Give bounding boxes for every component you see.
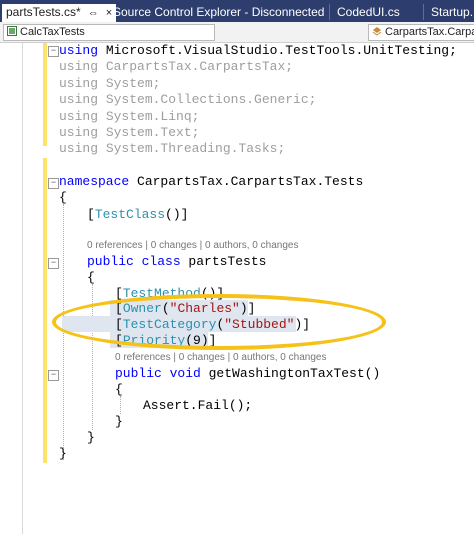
code-line: { (87, 270, 95, 285)
indicator-margin (22, 43, 23, 534)
pin-icon[interactable]: ⇔ (88, 5, 99, 22)
tab-source-control-explorer[interactable]: Source Control Explorer - Disconnected (113, 4, 324, 22)
change-marker (43, 43, 47, 146)
codelens-info[interactable]: 0 references | 0 changes | 0 authors, 0 … (115, 352, 326, 363)
tab-startup[interactable]: Startup. (431, 4, 473, 22)
code-line: using System; (59, 76, 161, 91)
tab-label: CodedUI.cs (337, 5, 400, 19)
indent-guide (120, 396, 121, 414)
code-line: using CarpartsTax.CarpartsTax; (59, 59, 294, 74)
project-dropdown[interactable]: CalcTaxTests (3, 24, 215, 41)
code-line: } (59, 446, 67, 461)
code-line: using System.Threading.Tasks; (59, 141, 286, 156)
tab-separator (423, 4, 424, 20)
collapse-toggle[interactable]: − (48, 370, 59, 381)
document-tab-strip: partsTests.cs* ⇔ × Source Control Explorer… (0, 0, 474, 22)
tab-codedui[interactable]: CodedUI.cs (337, 4, 400, 22)
code-line: using System.Text; (59, 125, 200, 140)
code-line: using Microsoft.VisualStudio.TestTools.U… (59, 43, 457, 58)
csharp-project-icon (7, 26, 17, 36)
code-line: } (115, 414, 123, 429)
navigation-bar: CalcTaxTests CarpartsTax.Carpar (0, 22, 474, 43)
tab-separator (329, 4, 330, 20)
code-line: public void getWashingtonTaxTest() (115, 366, 381, 381)
close-icon[interactable]: × (106, 5, 112, 22)
code-line: public class partsTests (87, 254, 267, 269)
collapse-toggle[interactable]: − (48, 258, 59, 269)
codelens-info[interactable]: 0 references | 0 changes | 0 authors, 0 … (87, 240, 298, 251)
tab-partstests[interactable]: partsTests.cs* ⇔ × (2, 4, 117, 22)
code-line: { (115, 382, 123, 397)
class-icon (372, 27, 382, 36)
tab-label: Startup. (431, 5, 474, 19)
project-name: CalcTaxTests (20, 26, 85, 38)
code-line: { (59, 190, 67, 205)
code-line: namespace CarpartsTax.CarpartsTax.Tests (59, 174, 364, 189)
code-editor[interactable]: − − − − using Microsoft.VisualStudio.Tes… (0, 43, 474, 534)
code-line: [TestClass()] (87, 207, 189, 222)
tab-label: Source Control Explorer - Disconnected (113, 5, 325, 19)
collapse-toggle[interactable]: − (48, 178, 59, 189)
code-line: Assert.Fail(); (143, 398, 253, 413)
code-line: using System.Linq; (59, 109, 200, 124)
type-dropdown[interactable]: CarpartsTax.Carpar (368, 24, 474, 41)
tab-label: partsTests.cs* (6, 5, 81, 19)
type-name: CarpartsTax.Carpar (385, 26, 474, 38)
change-marker (43, 158, 47, 463)
annotation-ellipse (52, 294, 386, 350)
code-line: using System.Collections.Generic; (59, 92, 317, 107)
code-line: } (87, 430, 95, 445)
collapse-toggle[interactable]: − (48, 46, 59, 57)
